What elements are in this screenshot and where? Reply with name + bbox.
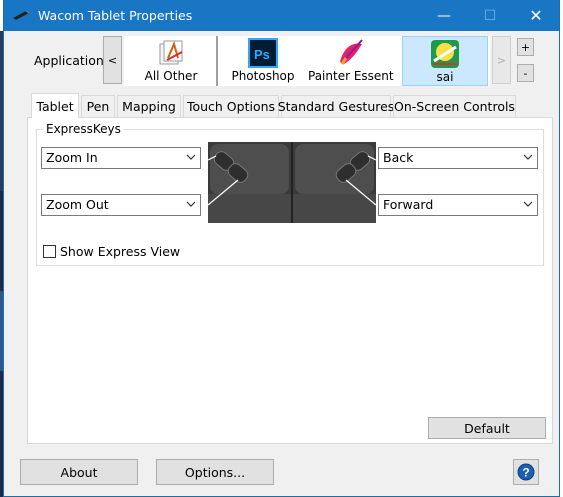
expresskey-left-top-select[interactable]: Zoom In: [41, 147, 201, 169]
dropdown-value: Forward: [383, 197, 434, 212]
expresskeys-group: ExpressKeys Zoom In Zoom Out Back Forwar…: [36, 122, 544, 266]
minimize-button[interactable]: —: [421, 0, 467, 31]
app-item-photoshop[interactable]: Ps Photoshop: [220, 36, 306, 86]
remove-application-button[interactable]: -: [517, 64, 534, 82]
close-button[interactable]: ✕: [513, 0, 559, 31]
app-item-label: Photoshop: [231, 69, 295, 83]
tablet-expresskeys-graphic: [208, 142, 376, 223]
expresskey-right-bottom-select[interactable]: Forward: [378, 194, 538, 216]
tab-pen[interactable]: Pen: [81, 95, 115, 117]
dropdown-value: Zoom Out: [46, 197, 109, 212]
show-express-view-checkbox[interactable]: [43, 245, 56, 258]
tab-on-screen-controls[interactable]: On-Screen Controls: [393, 95, 516, 117]
options-button[interactable]: Options...: [156, 459, 274, 485]
dropdown-value: Zoom In: [46, 150, 98, 165]
tab-standard-gestures[interactable]: Standard Gestures: [278, 95, 394, 117]
title-bar[interactable]: Wacom Tablet Properties — ☐ ✕: [4, 0, 559, 31]
tab-tablet[interactable]: Tablet: [31, 93, 79, 118]
app-item-sai[interactable]: sai: [402, 36, 488, 86]
chevron-down-icon: [186, 154, 196, 160]
svg-text:Ps: Ps: [254, 47, 270, 62]
window-title: Wacom Tablet Properties: [38, 8, 193, 23]
application-list: All Other Ps Photoshop Painter Essent...: [124, 36, 490, 86]
app-item-painter[interactable]: Painter Essent...: [308, 36, 394, 86]
chevron-down-icon: [523, 154, 533, 160]
application-row: Application: < All Other Ps Photoshop Pa…: [4, 31, 559, 89]
all-other-icon: [159, 40, 183, 65]
about-button[interactable]: About: [20, 459, 138, 485]
help-button[interactable]: ?: [513, 459, 539, 485]
app-item-all-other[interactable]: All Other: [128, 36, 214, 86]
maximize-button[interactable]: ☐: [467, 0, 513, 31]
chevron-down-icon: [186, 201, 196, 207]
tablet-tab-panel: ExpressKeys Zoom In Zoom Out Back Forwar…: [27, 117, 553, 444]
app-separator: [216, 36, 218, 86]
svg-text:?: ?: [522, 466, 529, 480]
sai-icon: [431, 40, 459, 68]
expresskey-right-top-select[interactable]: Back: [378, 147, 538, 169]
app-scroll-left-button[interactable]: <: [103, 36, 122, 84]
wacom-properties-window: Wacom Tablet Properties — ☐ ✕ Applicatio…: [3, 0, 560, 497]
help-icon: ?: [517, 463, 535, 481]
show-express-view-label: Show Express View: [60, 244, 181, 259]
chevron-down-icon: [523, 201, 533, 207]
painter-icon: [340, 39, 363, 65]
show-express-view-option[interactable]: Show Express View: [43, 244, 180, 259]
dropdown-value: Back: [383, 150, 414, 165]
tab-mapping[interactable]: Mapping: [117, 95, 181, 117]
photoshop-icon: Ps: [248, 38, 278, 68]
app-item-label: sai: [436, 70, 454, 84]
application-label: Application:: [34, 53, 109, 68]
app-item-label: Painter Essent...: [308, 69, 394, 83]
app-scroll-right-button[interactable]: >: [492, 36, 511, 84]
expresskeys-title: ExpressKeys: [43, 122, 124, 136]
wacom-app-icon: [13, 10, 30, 20]
expresskey-left-bottom-select[interactable]: Zoom Out: [41, 194, 201, 216]
app-item-label: All Other: [144, 69, 198, 83]
add-application-button[interactable]: +: [517, 38, 534, 56]
tab-touch-options[interactable]: Touch Options: [183, 95, 279, 117]
default-button[interactable]: Default: [428, 417, 546, 439]
